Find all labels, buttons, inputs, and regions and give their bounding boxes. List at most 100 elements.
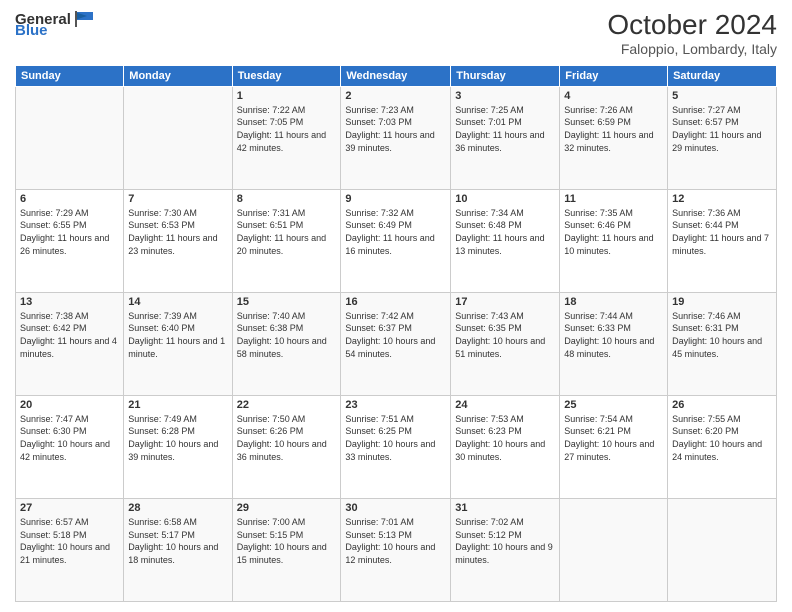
day-number: 26 [672,399,772,411]
calendar-cell [560,498,668,601]
day-number: 16 [345,296,446,308]
cell-info: Sunrise: 7:26 AMSunset: 6:59 PMDaylight:… [564,104,663,154]
cell-info: Sunrise: 7:53 AMSunset: 6:23 PMDaylight:… [455,413,555,463]
calendar-cell: 14 Sunrise: 7:39 AMSunset: 6:40 PMDayligh… [124,292,232,395]
cell-info: Sunrise: 7:22 AMSunset: 7:05 PMDaylight:… [237,104,337,154]
day-number: 14 [128,296,227,308]
day-number: 24 [455,399,555,411]
weekday-header-saturday: Saturday [668,65,777,86]
day-number: 27 [20,502,119,514]
cell-info: Sunrise: 7:25 AMSunset: 7:01 PMDaylight:… [455,104,555,154]
calendar-cell: 12 Sunrise: 7:36 AMSunset: 6:44 PMDayligh… [668,189,777,292]
week-row-4: 20 Sunrise: 7:47 AMSunset: 6:30 PMDayligh… [16,395,777,498]
day-number: 5 [672,90,772,102]
cell-info: Sunrise: 7:55 AMSunset: 6:20 PMDaylight:… [672,413,772,463]
day-number: 7 [128,193,227,205]
cell-info: Sunrise: 7:36 AMSunset: 6:44 PMDaylight:… [672,207,772,257]
day-number: 1 [237,90,337,102]
calendar-cell: 19 Sunrise: 7:46 AMSunset: 6:31 PMDayligh… [668,292,777,395]
calendar-cell: 8 Sunrise: 7:31 AMSunset: 6:51 PMDaylight… [232,189,341,292]
day-number: 28 [128,502,227,514]
week-row-3: 13Sunrise: 7:38 AMSunset: 6:42 PMDayligh… [16,292,777,395]
calendar-cell: 28 Sunrise: 6:58 AMSunset: 5:17 PMDayligh… [124,498,232,601]
logo: General Blue [15,10,97,39]
cell-info: Sunrise: 7:30 AMSunset: 6:53 PMDaylight:… [128,207,227,257]
calendar-cell: 20 Sunrise: 7:47 AMSunset: 6:30 PMDayligh… [16,395,124,498]
cell-info: Sunrise: 7:47 AMSunset: 6:30 PMDaylight:… [20,413,119,463]
cell-info: Sunrise: 7:32 AMSunset: 6:49 PMDaylight:… [345,207,446,257]
header: General Blue October 2024 Faloppio, Lomb… [15,10,777,57]
logo-flag-icon [73,10,95,28]
calendar-cell: 17Sunrise: 7:43 AMSunset: 6:35 PMDayligh… [451,292,560,395]
cell-info: Sunrise: 7:00 AMSunset: 5:15 PMDaylight:… [237,516,337,566]
cell-info: Sunrise: 7:51 AMSunset: 6:25 PMDaylight:… [345,413,446,463]
day-number: 18 [564,296,663,308]
cell-info: Sunrise: 7:27 AMSunset: 6:57 PMDaylight:… [672,104,772,154]
title-area: October 2024 Faloppio, Lombardy, Italy [607,10,777,57]
day-number: 21 [128,399,227,411]
cell-info: Sunrise: 7:29 AMSunset: 6:55 PMDaylight:… [20,207,119,257]
day-number: 12 [672,193,772,205]
day-number: 15 [237,296,337,308]
calendar-cell: 2Sunrise: 7:23 AMSunset: 7:03 PMDaylight… [341,86,451,189]
day-number: 19 [672,296,772,308]
day-number: 13 [20,296,119,308]
day-number: 25 [564,399,663,411]
week-row-2: 6 Sunrise: 7:29 AMSunset: 6:55 PMDaylight… [16,189,777,292]
cell-info: Sunrise: 7:44 AMSunset: 6:33 PMDaylight:… [564,310,663,360]
week-row-5: 27 Sunrise: 6:57 AMSunset: 5:18 PMDayligh… [16,498,777,601]
calendar-cell: 3Sunrise: 7:25 AMSunset: 7:01 PMDaylight… [451,86,560,189]
calendar-cell [16,86,124,189]
calendar-cell: 26 Sunrise: 7:55 AMSunset: 6:20 PMDayligh… [668,395,777,498]
cell-info: Sunrise: 7:54 AMSunset: 6:21 PMDaylight:… [564,413,663,463]
weekday-header-tuesday: Tuesday [232,65,341,86]
page: General Blue October 2024 Faloppio, Lomb… [0,0,792,612]
day-number: 30 [345,502,446,514]
day-number: 11 [564,193,663,205]
calendar-cell: 7 Sunrise: 7:30 AMSunset: 6:53 PMDaylight… [124,189,232,292]
weekday-header-sunday: Sunday [16,65,124,86]
calendar-cell: 15Sunrise: 7:40 AMSunset: 6:38 PMDayligh… [232,292,341,395]
calendar-cell: 22Sunrise: 7:50 AMSunset: 6:26 PMDayligh… [232,395,341,498]
day-number: 17 [455,296,555,308]
day-number: 6 [20,193,119,205]
main-title: October 2024 [607,10,777,41]
calendar-cell: 16Sunrise: 7:42 AMSunset: 6:37 PMDayligh… [341,292,451,395]
calendar-cell: 6 Sunrise: 7:29 AMSunset: 6:55 PMDaylight… [16,189,124,292]
cell-info: Sunrise: 7:49 AMSunset: 6:28 PMDaylight:… [128,413,227,463]
calendar-cell: 25 Sunrise: 7:54 AMSunset: 6:21 PMDayligh… [560,395,668,498]
day-number: 8 [237,193,337,205]
weekday-header-wednesday: Wednesday [341,65,451,86]
day-number: 4 [564,90,663,102]
calendar-cell: 11 Sunrise: 7:35 AMSunset: 6:46 PMDayligh… [560,189,668,292]
calendar: SundayMondayTuesdayWednesdayThursdayFrid… [15,65,777,602]
cell-info: Sunrise: 7:39 AMSunset: 6:40 PMDaylight:… [128,310,227,360]
cell-info: Sunrise: 6:57 AMSunset: 5:18 PMDaylight:… [20,516,119,566]
calendar-cell: 27 Sunrise: 6:57 AMSunset: 5:18 PMDayligh… [16,498,124,601]
calendar-cell [124,86,232,189]
cell-info: Sunrise: 7:35 AMSunset: 6:46 PMDaylight:… [564,207,663,257]
cell-info: Sunrise: 7:02 AMSunset: 5:12 PMDaylight:… [455,516,555,566]
calendar-cell: 18 Sunrise: 7:44 AMSunset: 6:33 PMDayligh… [560,292,668,395]
calendar-cell: 10 Sunrise: 7:34 AMSunset: 6:48 PMDayligh… [451,189,560,292]
cell-info: Sunrise: 7:50 AMSunset: 6:26 PMDaylight:… [237,413,337,463]
day-number: 29 [237,502,337,514]
calendar-cell: 21 Sunrise: 7:49 AMSunset: 6:28 PMDayligh… [124,395,232,498]
weekday-header-friday: Friday [560,65,668,86]
cell-info: Sunrise: 7:01 AMSunset: 5:13 PMDaylight:… [345,516,446,566]
calendar-cell: 1 Sunrise: 7:22 AMSunset: 7:05 PMDaylight… [232,86,341,189]
cell-info: Sunrise: 6:58 AMSunset: 5:17 PMDaylight:… [128,516,227,566]
weekday-header-thursday: Thursday [451,65,560,86]
day-number: 20 [20,399,119,411]
cell-info: Sunrise: 7:31 AMSunset: 6:51 PMDaylight:… [237,207,337,257]
calendar-cell: 9 Sunrise: 7:32 AMSunset: 6:49 PMDaylight… [341,189,451,292]
week-row-1: 1 Sunrise: 7:22 AMSunset: 7:05 PMDaylight… [16,86,777,189]
cell-info: Sunrise: 7:34 AMSunset: 6:48 PMDaylight:… [455,207,555,257]
day-number: 9 [345,193,446,205]
cell-info: Sunrise: 7:23 AMSunset: 7:03 PMDaylight:… [345,104,446,154]
cell-info: Sunrise: 7:46 AMSunset: 6:31 PMDaylight:… [672,310,772,360]
day-number: 10 [455,193,555,205]
weekday-header-row: SundayMondayTuesdayWednesdayThursdayFrid… [16,65,777,86]
day-number: 23 [345,399,446,411]
calendar-cell: 23 Sunrise: 7:51 AMSunset: 6:25 PMDayligh… [341,395,451,498]
